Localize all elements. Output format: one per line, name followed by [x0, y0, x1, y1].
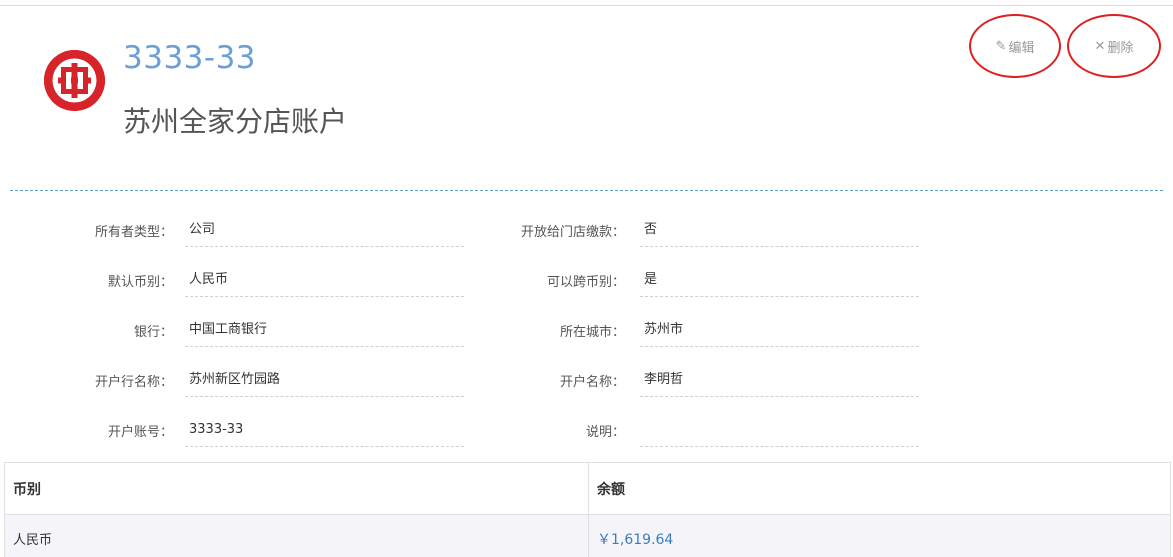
branch-name-label: 开户行名称：: [94, 374, 173, 390]
balance-cell: ￥1,619.64: [588, 514, 1171, 557]
table-header-row: 币别 余额: [4, 462, 1171, 515]
account-no-label: 开户账号：: [107, 424, 173, 440]
column-header-balance: 余额: [588, 462, 1171, 515]
field-holder-name: 开户名称： 李明哲: [470, 355, 920, 405]
remark-label: 说明：: [585, 424, 625, 440]
city-value: 苏州市: [640, 313, 919, 347]
city-label: 所在城市：: [559, 324, 625, 340]
top-border: [0, 5, 1173, 6]
table-row: 人民币 ￥1,619.64: [4, 514, 1171, 557]
bank-value: 中国工商银行: [185, 313, 464, 347]
field-open-to-store: 开放给门店缴款： 否: [470, 205, 920, 255]
edit-button[interactable]: ✎ 编辑: [969, 14, 1061, 78]
owner-type-value: 公司: [185, 213, 464, 247]
field-branch-name: 开户行名称： 苏州新区竹园路: [0, 355, 470, 405]
edit-button-label: 编辑: [1008, 40, 1035, 56]
account-number: 3333-33: [123, 40, 257, 76]
owner-type-label: 所有者类型：: [94, 224, 173, 240]
field-bank: 银行： 中国工商银行: [0, 305, 470, 355]
account-name: 苏州全家分店账户: [123, 105, 348, 138]
field-cross-currency: 可以跨币别： 是: [470, 255, 920, 305]
delete-button-label: 删除: [1107, 40, 1134, 56]
account-no-value: 3333-33: [185, 413, 464, 447]
field-owner-type: 所有者类型： 公司: [0, 205, 470, 255]
section-divider: [10, 190, 1163, 191]
open-to-store-label: 开放给门店缴款：: [520, 224, 625, 240]
bank-label: 银行：: [133, 324, 173, 340]
default-currency-value: 人民币: [185, 263, 464, 297]
field-account-no: 开户账号： 3333-33: [0, 405, 470, 455]
bank-logo-icon: [44, 50, 105, 111]
open-to-store-value: 否: [640, 213, 919, 247]
cross-currency-label: 可以跨币别：: [546, 274, 625, 290]
default-currency-label: 默认币别：: [107, 274, 173, 290]
column-header-currency: 币别: [4, 462, 589, 515]
currency-cell: 人民币: [4, 514, 589, 557]
holder-name-value: 李明哲: [640, 363, 919, 397]
delete-button[interactable]: ✕ 删除: [1067, 14, 1161, 78]
remark-value: [640, 413, 919, 447]
branch-name-value: 苏州新区竹园路: [185, 363, 464, 397]
cross-currency-value: 是: [640, 263, 919, 297]
field-remark: 说明：: [470, 405, 920, 455]
balance-table: 币别 余额 人民币 ￥1,619.64: [4, 462, 1171, 557]
field-city: 所在城市： 苏州市: [470, 305, 920, 355]
pencil-icon: ✎: [995, 38, 1007, 54]
holder-name-label: 开户名称：: [559, 374, 625, 390]
field-default-currency: 默认币别： 人民币: [0, 255, 470, 305]
close-icon: ✕: [1094, 38, 1106, 54]
